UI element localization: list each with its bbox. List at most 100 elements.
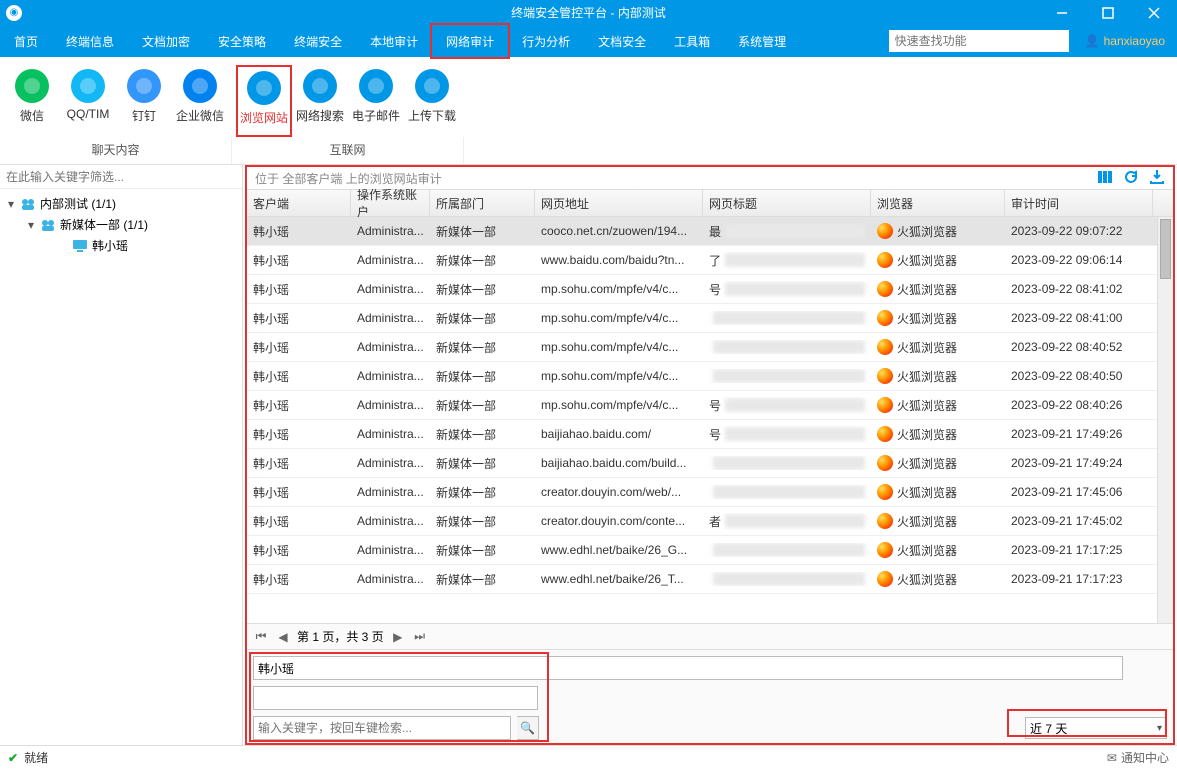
table-row[interactable]: 韩小瑶Administra...新媒体一部www.edhl.net/baike/… [247, 536, 1173, 565]
menu-item-10[interactable]: 系统管理 [724, 25, 800, 57]
menu-item-6[interactable]: 网络审计 [432, 25, 508, 57]
firefox-icon [877, 223, 893, 239]
firefox-icon [877, 542, 893, 558]
table-cell: 韩小瑶 [247, 484, 351, 501]
menu-item-9[interactable]: 工具箱 [660, 25, 724, 57]
table-row[interactable]: 韩小瑶Administra...新媒体一部mp.sohu.com/mpfe/v4… [247, 275, 1173, 304]
pager-first-button[interactable]: ⏮ [253, 629, 269, 645]
pager-last-button[interactable]: ⏭ [412, 629, 428, 645]
table-row[interactable]: 韩小瑶Administra...新媒体一部creator.douyin.com/… [247, 507, 1173, 536]
table-cell: cooco.net.cn/zuowen/194... [535, 224, 703, 238]
column-header-5[interactable]: 浏览器 [871, 190, 1005, 216]
refresh-icon[interactable] [1123, 169, 1139, 188]
menu-item-3[interactable]: 安全策略 [204, 25, 280, 57]
table-cell: Administra... [351, 253, 430, 267]
tree-filter-input[interactable] [0, 165, 242, 188]
toolbar-钉钉[interactable]: 钉钉 [116, 65, 172, 137]
table-row[interactable]: 韩小瑶Administra...新媒体一部baijiahao.baidu.com… [247, 420, 1173, 449]
tree-node-0[interactable]: ▾内部测试 (1/1) [0, 193, 242, 214]
filter-zone: 韩小瑶 🔍 近 7 天▾ [247, 649, 1173, 743]
quick-search[interactable] [889, 30, 1069, 52]
maximize-button[interactable] [1085, 0, 1131, 25]
toolbar-微信[interactable]: 微信 [4, 65, 60, 137]
table-row[interactable]: 韩小瑶Administra...新媒体一部baijiahao.baidu.com… [247, 449, 1173, 478]
pager: ⏮ ◀ 第 1 页，共 3 页 ▶ ⏭ [247, 623, 1173, 649]
toolbar-电子邮件[interactable]: 电子邮件 [348, 65, 404, 137]
table-row[interactable]: 韩小瑶Administra...新媒体一部creator.douyin.com/… [247, 478, 1173, 507]
table-cell: 火狐浏览器 [871, 455, 1005, 472]
quick-search-input[interactable] [889, 30, 1069, 52]
table-cell: 韩小瑶 [247, 513, 351, 530]
table-row[interactable]: 韩小瑶Administra...新媒体一部cooco.net.cn/zuowen… [247, 217, 1173, 246]
tree-node-2[interactable]: 韩小瑶 [0, 235, 242, 256]
minimize-button[interactable] [1039, 0, 1085, 25]
toolbar-label: 电子邮件 [352, 107, 400, 124]
toolbar-上传下载[interactable]: 上传下载 [404, 65, 460, 137]
column-header-1[interactable]: 操作系统账户 [351, 190, 430, 216]
table-cell: 新媒体一部 [430, 397, 535, 414]
firefox-icon [877, 513, 893, 529]
table-cell: 火狐浏览器 [871, 513, 1005, 530]
menu-item-1[interactable]: 终端信息 [52, 25, 128, 57]
table-cell: 者xxxx [703, 513, 871, 530]
client-filter-field[interactable]: 韩小瑶 [253, 656, 1123, 680]
table-cell: 火狐浏览器 [871, 542, 1005, 559]
table-cell: xxxx [703, 311, 871, 325]
menu-item-7[interactable]: 行为分析 [508, 25, 584, 57]
table-row[interactable]: 韩小瑶Administra...新媒体一部www.baidu.com/baidu… [247, 246, 1173, 275]
table-row[interactable]: 韩小瑶Administra...新媒体一部mp.sohu.com/mpfe/v4… [247, 391, 1173, 420]
firefox-icon [877, 455, 893, 471]
pager-next-button[interactable]: ▶ [390, 629, 406, 645]
column-header-3[interactable]: 网页地址 [535, 190, 703, 216]
notification-center-link[interactable]: ✉ 通知中心 [1107, 749, 1169, 766]
toolbar-企业微信[interactable]: 企业微信 [172, 65, 228, 137]
table-row[interactable]: 韩小瑶Administra...新媒体一部www.edhl.net/baike/… [247, 565, 1173, 594]
tree-node-1[interactable]: ▾新媒体一部 (1/1) [0, 214, 242, 235]
table-cell: mp.sohu.com/mpfe/v4/c... [535, 340, 703, 354]
export-icon[interactable] [1149, 169, 1165, 188]
table-row[interactable]: 韩小瑶Administra...新媒体一部mp.sohu.com/mpfe/v4… [247, 362, 1173, 391]
toolbar-QQ/TIM[interactable]: QQ/TIM [60, 65, 116, 137]
table-cell: Administra... [351, 224, 430, 238]
daterange-dropdown[interactable]: 近 7 天▾ [1025, 717, 1167, 739]
firefox-icon [877, 252, 893, 268]
column-header-6[interactable]: 审计时间 [1005, 190, 1153, 216]
keyword-search-button[interactable]: 🔍 [517, 716, 539, 740]
table-cell: 新媒体一部 [430, 542, 535, 559]
column-header-4[interactable]: 网页标题 [703, 190, 871, 216]
toolbar-网络搜索[interactable]: 网络搜索 [292, 65, 348, 137]
keyword-filter-input[interactable] [258, 721, 506, 735]
status-ok-icon: ✔ [8, 751, 18, 765]
table-cell: 2023-09-21 17:45:02 [1005, 514, 1153, 528]
keyword-filter-field[interactable] [253, 716, 511, 740]
table-cell: Administra... [351, 427, 430, 441]
user-name: hanxiaoyao [1104, 34, 1165, 48]
table-cell: xxxx [703, 340, 871, 354]
menu-item-0[interactable]: 首页 [0, 25, 52, 57]
table-row[interactable]: 韩小瑶Administra...新媒体一部mp.sohu.com/mpfe/v4… [247, 304, 1173, 333]
column-header-2[interactable]: 所属部门 [430, 190, 535, 216]
menu-item-2[interactable]: 文档加密 [128, 25, 204, 57]
table-cell: 新媒体一部 [430, 455, 535, 472]
table-row[interactable]: 韩小瑶Administra...新媒体一部mp.sohu.com/mpfe/v4… [247, 333, 1173, 362]
close-button[interactable] [1131, 0, 1177, 25]
table-cell: 火狐浏览器 [871, 368, 1005, 385]
column-header-0[interactable]: 客户端 [247, 190, 351, 216]
vertical-scrollbar[interactable] [1157, 217, 1173, 623]
menu-item-5[interactable]: 本地审计 [356, 25, 432, 57]
columns-icon[interactable] [1097, 169, 1113, 188]
group-icon [20, 197, 36, 211]
pager-prev-button[interactable]: ◀ [275, 629, 291, 645]
toolbar-icon [71, 69, 105, 103]
user-badge[interactable]: 👤 hanxiaoyao [1073, 34, 1177, 48]
menu-item-4[interactable]: 终端安全 [280, 25, 356, 57]
table-cell: 火狐浏览器 [871, 397, 1005, 414]
table-cell: 韩小瑶 [247, 426, 351, 443]
menu-item-8[interactable]: 文档安全 [584, 25, 660, 57]
url-filter-field[interactable] [253, 686, 538, 710]
table-cell: 新媒体一部 [430, 339, 535, 356]
ribbon-toolbar: 微信QQ/TIM钉钉企业微信聊天内容浏览网站网络搜索电子邮件上传下载互联网 [0, 57, 1177, 165]
table-cell: www.edhl.net/baike/26_G... [535, 543, 703, 557]
toolbar-浏览网站[interactable]: 浏览网站 [236, 65, 292, 137]
firefox-icon [877, 339, 893, 355]
